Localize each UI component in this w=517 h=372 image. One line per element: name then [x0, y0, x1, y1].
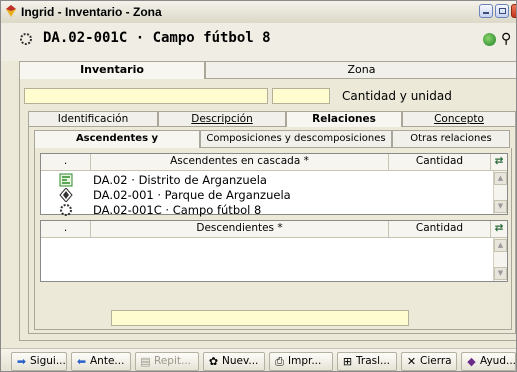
- repeat-icon: ▤: [140, 355, 151, 368]
- quantity-label: Cantidad y unidad: [342, 89, 452, 103]
- column-header-ascendentes[interactable]: Ascendentes en cascada *: [91, 154, 389, 170]
- descendientes-header: . Descendientes * Cantidad ⇄: [41, 221, 507, 238]
- title-bar: Ingrid - Inventario - Zona: [1, 1, 516, 24]
- row-label: DA.02-001 · Parque de Arganzuela: [93, 188, 291, 202]
- row-label: DA.02-001C · Campo fútbol 8: [93, 203, 262, 217]
- arrow-left-icon: ⬅: [76, 355, 87, 368]
- close-window-button[interactable]: [511, 4, 516, 18]
- descendientes-grid: . Descendientes * Cantidad ⇄ ▲ ▼: [40, 220, 508, 282]
- column-header-dot[interactable]: .: [41, 154, 91, 170]
- table-row[interactable]: DA.02-001 · Parque de Arganzuela: [41, 187, 481, 203]
- column-header-cantidad[interactable]: Cantidad: [389, 154, 491, 170]
- descendientes-scrollbar[interactable]: ▲ ▼: [493, 238, 507, 281]
- tab-inventario[interactable]: Inventario: [19, 61, 205, 79]
- scroll-down-icon[interactable]: ▼: [494, 200, 507, 213]
- maximize-button[interactable]: [495, 4, 509, 18]
- new-icon: ✿: [208, 355, 219, 368]
- arrow-right-icon: ➡: [16, 355, 27, 368]
- relaciones-panel: Ascendentes y descendientes Composicione…: [28, 127, 516, 334]
- relation-tabs: Ascendentes y descendientes Composicione…: [34, 130, 515, 160]
- row-label: DA.02 · Distrito de Arganzuela: [93, 173, 267, 187]
- ascendentes-descendientes-panel: . Ascendentes en cascada * Cantidad ⇄ DA…: [34, 148, 512, 330]
- detail-input[interactable]: [111, 310, 409, 326]
- help-icon: ◆: [467, 355, 476, 368]
- table-row[interactable]: DA.02 · Distrito de Arganzuela: [41, 172, 481, 188]
- binoculars-icon[interactable]: ⚲: [501, 31, 511, 47]
- tab-zona[interactable]: Zona: [205, 61, 516, 79]
- tab-descripcion[interactable]: Descripción: [158, 111, 286, 127]
- close-button[interactable]: ✕ Cierra: [401, 352, 457, 371]
- window-title: Ingrid - Inventario - Zona: [21, 5, 162, 19]
- record-title: DA.02-001C · Campo fútbol 8: [43, 30, 271, 46]
- minimize-button[interactable]: [479, 4, 493, 18]
- tab-identificacion[interactable]: Identificación: [28, 111, 158, 127]
- tab-otras-relaciones[interactable]: Otras relaciones: [392, 130, 510, 148]
- tab-concepto[interactable]: Concepto: [402, 111, 516, 127]
- new-button[interactable]: ✿ Nuev...: [203, 352, 265, 371]
- scroll-down-icon[interactable]: ▼: [494, 267, 507, 280]
- print-button[interactable]: ⎙ Impr...: [269, 352, 333, 371]
- app-icon: [6, 5, 16, 17]
- tab-relaciones[interactable]: Relaciones: [286, 111, 402, 127]
- ascendentes-header: . Ascendentes en cascada * Cantidad ⇄: [41, 154, 507, 171]
- column-chooser-icon[interactable]: ⇄: [491, 221, 507, 237]
- main-panel: Cantidad y unidad Identificación Descrip…: [19, 79, 516, 341]
- ascendentes-grid: . Ascendentes en cascada * Cantidad ⇄ DA…: [40, 153, 508, 218]
- next-button[interactable]: ➡ Sigui...: [11, 352, 67, 371]
- column-header-cantidad[interactable]: Cantidad: [389, 221, 491, 237]
- park-icon: [59, 188, 73, 202]
- column-header-descendientes[interactable]: Descendientes *: [91, 221, 389, 237]
- bottom-toolbar: ➡ Sigui... ⬅ Ante... ▤ Repit... ✿ Nuev... ⎙ I…: [1, 348, 516, 371]
- app-window: Ingrid - Inventario - Zona DA.02-001C · …: [0, 0, 517, 372]
- sub-tabs: Identificación Descripción Relaciones Co…: [28, 111, 516, 127]
- tab-composiciones[interactable]: Composiciones y descomposiciones: [200, 130, 392, 148]
- scroll-up-icon[interactable]: ▲: [494, 172, 507, 185]
- unit-input[interactable]: [272, 88, 330, 104]
- previous-button[interactable]: ⬅ Ante...: [71, 352, 131, 371]
- record-header: DA.02-001C · Campo fútbol 8 ⚲: [1, 23, 516, 61]
- column-chooser-icon[interactable]: ⇄: [491, 154, 507, 170]
- globe-icon[interactable]: [483, 33, 496, 46]
- ascendentes-scrollbar[interactable]: ▲ ▼: [493, 171, 507, 214]
- table-row[interactable]: DA.02-001C · Campo fútbol 8: [41, 202, 481, 218]
- repeat-button[interactable]: ▤ Repit...: [135, 352, 199, 371]
- quantity-input[interactable]: [24, 88, 268, 104]
- close-icon: ✕: [406, 355, 417, 368]
- tab-ascendentes-descendientes[interactable]: Ascendentes y descendientes: [34, 130, 200, 160]
- scroll-up-icon[interactable]: ▲: [494, 239, 507, 252]
- help-button[interactable]: ◆ Ayud...: [461, 352, 516, 371]
- column-header-dot[interactable]: .: [41, 221, 91, 237]
- transfer-icon: ⊞: [342, 355, 353, 368]
- district-icon: [59, 173, 73, 187]
- field-icon: [20, 33, 32, 45]
- field-icon: [60, 204, 72, 216]
- transfer-button[interactable]: ⊞ Trasl...: [337, 352, 397, 371]
- print-icon: ⎙: [275, 355, 284, 368]
- main-tabs: Inventario Zona: [19, 61, 516, 79]
